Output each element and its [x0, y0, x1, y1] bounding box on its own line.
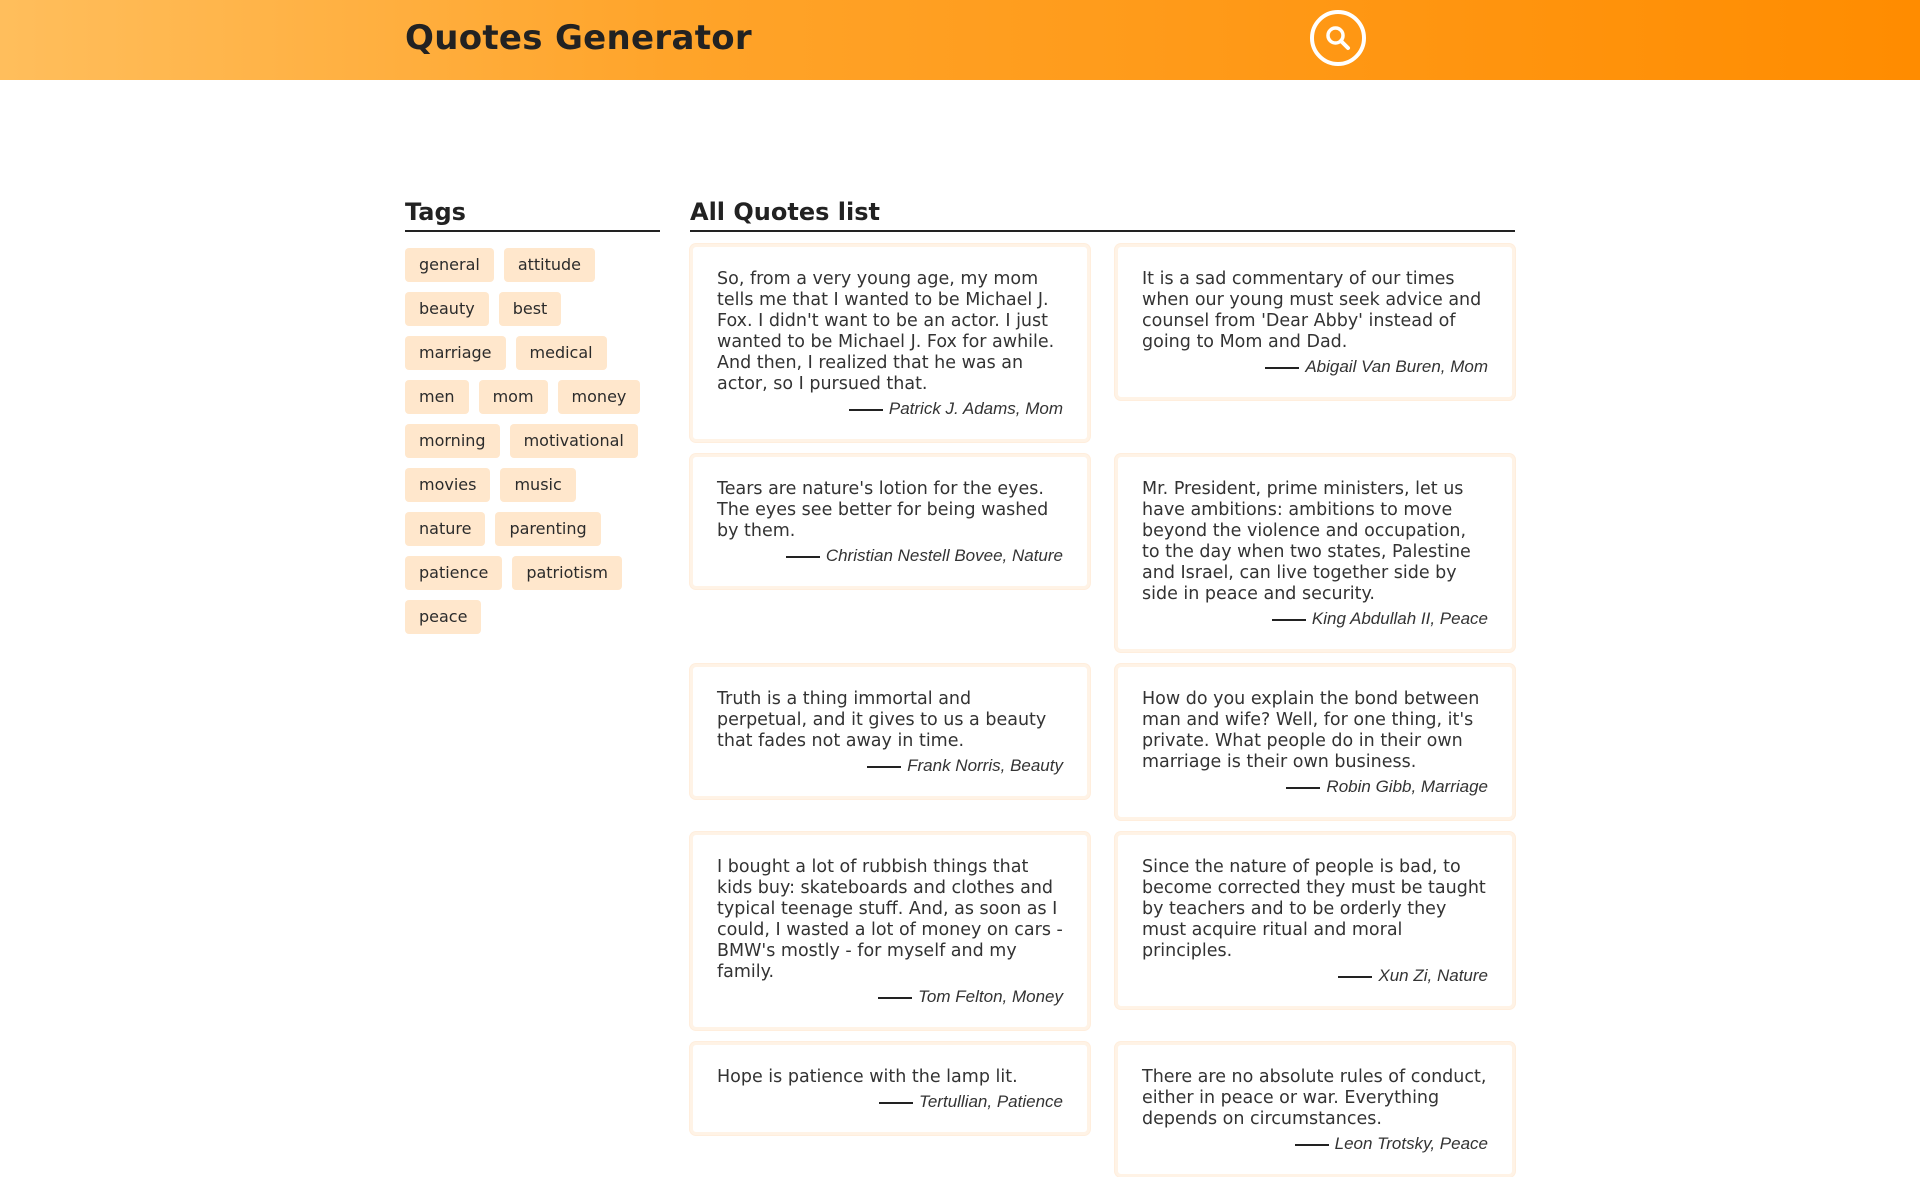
quote-card: Hope is patience with the lamp lit. Tertu… — [690, 1042, 1090, 1135]
quote-author: Abigail Van Buren, Mom — [1305, 357, 1488, 376]
tags-title: Tags — [405, 198, 660, 232]
quote-attribution: Robin Gibb, Marriage — [1142, 777, 1488, 797]
quote-card: I bought a lot of rubbish things that ki… — [690, 832, 1090, 1030]
dash-divider — [1294, 1143, 1329, 1146]
search-button[interactable] — [1310, 10, 1366, 66]
tag-parenting[interactable]: parenting — [495, 512, 601, 546]
quote-text: Truth is a thing immortal and perpetual,… — [717, 689, 1047, 751]
quote-card: Mr. President, prime ministers, let us h… — [1115, 454, 1515, 652]
tag-beauty[interactable]: beauty — [405, 292, 489, 326]
quotes-title: All Quotes list — [690, 198, 1515, 232]
quote-card: There are no absolute rules of conduct, … — [1115, 1042, 1515, 1177]
tag-list: general attitude beauty best marriage medical… — [405, 248, 660, 634]
dash-divider — [867, 765, 902, 768]
app-header: Quotes Generator — [0, 0, 1920, 80]
quote-attribution: Patrick J. Adams, Mom — [717, 399, 1063, 419]
dash-divider — [848, 408, 883, 411]
search-icon — [1326, 26, 1350, 50]
app-title: Quotes Generator — [405, 18, 752, 58]
tag-medical[interactable]: medical — [515, 336, 607, 370]
quote-author: King Abdullah II, Peace — [1311, 609, 1488, 628]
quote-attribution: Tertullian, Patience — [717, 1092, 1063, 1112]
quote-card: Since the nature of people is bad, to be… — [1115, 832, 1515, 1009]
dash-divider — [1265, 366, 1300, 369]
quote-text: There are no absolute rules of conduct, … — [1142, 1067, 1487, 1129]
quotes-grid: So, from a very young age, my mom tells … — [690, 244, 1515, 1177]
tag-patriotism[interactable]: patriotism — [512, 556, 622, 590]
tag-patience[interactable]: patience — [405, 556, 503, 590]
tag-movies[interactable]: movies — [405, 468, 491, 502]
tag-attitude[interactable]: attitude — [503, 248, 596, 282]
dash-divider — [878, 996, 913, 999]
quote-text: So, from a very young age, my mom tells … — [717, 269, 1055, 394]
quote-author: Patrick J. Adams, Mom — [888, 399, 1063, 418]
quote-author: Christian Nestell Bovee, Nature — [825, 546, 1063, 565]
tag-best[interactable]: best — [498, 292, 562, 326]
dash-divider — [1286, 786, 1321, 789]
tag-general[interactable]: general — [405, 248, 494, 282]
tag-money[interactable]: money — [557, 380, 641, 414]
quote-attribution: Christian Nestell Bovee, Nature — [717, 546, 1063, 566]
quote-author: Tom Felton, Money — [918, 987, 1063, 1006]
tag-peace[interactable]: peace — [405, 600, 482, 634]
tag-motivational[interactable]: motivational — [509, 424, 638, 458]
tag-men[interactable]: men — [405, 380, 469, 414]
tag-morning[interactable]: morning — [405, 424, 500, 458]
quote-card: How do you explain the bond between man … — [1115, 664, 1515, 820]
quote-attribution: Leon Trotsky, Peace — [1142, 1134, 1488, 1154]
dash-divider — [1338, 975, 1373, 978]
quote-attribution: Abigail Van Buren, Mom — [1142, 357, 1488, 377]
quote-author: Frank Norris, Beauty — [907, 756, 1063, 775]
tags-sidebar: Tags general attitude beauty best marriage me… — [405, 198, 660, 634]
tag-nature[interactable]: nature — [405, 512, 486, 546]
quote-author: Tertullian, Patience — [919, 1092, 1063, 1111]
tag-marriage[interactable]: marriage — [405, 336, 506, 370]
quote-text: It is a sad commentary of our times when… — [1142, 269, 1482, 352]
tag-mom[interactable]: mom — [478, 380, 548, 414]
quote-text: Since the nature of people is bad, to be… — [1142, 857, 1486, 961]
quote-card: Tears are nature's lotion for the eyes. … — [690, 454, 1090, 589]
quote-attribution: Tom Felton, Money — [717, 987, 1063, 1007]
quote-card: Truth is a thing immortal and perpetual,… — [690, 664, 1090, 799]
quote-card: So, from a very young age, my mom tells … — [690, 244, 1090, 442]
quote-attribution: Frank Norris, Beauty — [717, 756, 1063, 776]
quote-text: Hope is patience with the lamp lit. — [717, 1067, 1018, 1087]
dash-divider — [785, 555, 820, 558]
quote-author: Robin Gibb, Marriage — [1326, 777, 1488, 796]
quote-text: I bought a lot of rubbish things that ki… — [717, 857, 1063, 982]
quote-author: Xun Zi, Nature — [1378, 966, 1488, 985]
quote-text: Mr. President, prime ministers, let us h… — [1142, 479, 1471, 604]
quote-text: How do you explain the bond between man … — [1142, 689, 1480, 772]
tag-music[interactable]: music — [500, 468, 576, 502]
dash-divider — [1271, 618, 1306, 621]
quote-attribution: King Abdullah II, Peace — [1142, 609, 1488, 629]
quotes-main: All Quotes list So, from a very young ag… — [690, 198, 1515, 1177]
quote-attribution: Xun Zi, Nature — [1142, 966, 1488, 986]
quote-card: It is a sad commentary of our times when… — [1115, 244, 1515, 400]
quote-author: Leon Trotsky, Peace — [1334, 1134, 1488, 1153]
dash-divider — [879, 1101, 914, 1104]
quote-text: Tears are nature's lotion for the eyes. … — [717, 479, 1049, 541]
